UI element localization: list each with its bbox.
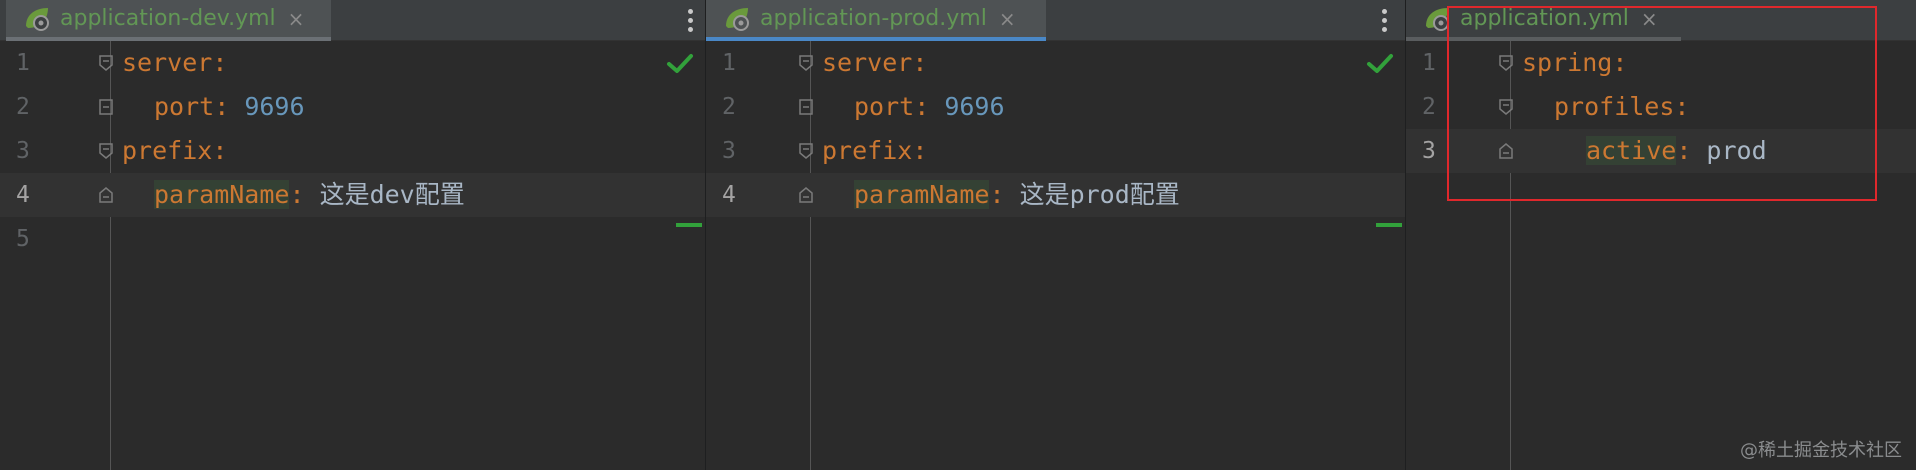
yaml-separator: :	[289, 180, 320, 209]
line-number: 5	[16, 226, 30, 252]
yaml-value: 9696	[944, 92, 1005, 121]
fold-marker-icon[interactable]	[799, 187, 813, 203]
tab-application-prod[interactable]: application-prod.yml ×	[706, 0, 1046, 41]
fold-marker-icon[interactable]	[799, 55, 813, 71]
yaml-separator: :	[912, 136, 928, 165]
line-number: 4	[722, 182, 736, 208]
fold-marker-icon[interactable]	[99, 143, 113, 159]
spring-leaf-icon	[722, 4, 752, 34]
code-line: 2 port: 9696	[706, 85, 1405, 129]
yaml-separator: :	[212, 48, 228, 77]
tab-application-dev[interactable]: application-dev.yml ×	[6, 0, 331, 41]
yaml-key: paramName	[154, 180, 290, 209]
tab-label: application-dev.yml	[60, 6, 276, 31]
code-line-current: 4 paramName: 这是prod配置	[706, 173, 1405, 217]
fold-marker-icon[interactable]	[799, 99, 813, 115]
code-line: 1 server:	[0, 41, 705, 85]
yaml-key: paramName	[854, 180, 990, 209]
line-number: 3	[16, 138, 30, 164]
fold-marker-icon[interactable]	[99, 99, 113, 115]
yaml-separator: :	[989, 180, 1020, 209]
tab-label: application-prod.yml	[760, 6, 987, 31]
yaml-value: 这是prod配置	[1019, 180, 1180, 209]
yaml-key: prefix	[122, 136, 213, 165]
yaml-key: port	[854, 92, 915, 121]
watermark: @稀土掘金技术社区	[1740, 440, 1902, 461]
line-number: 2	[16, 94, 30, 120]
code-editor[interactable]: 1 server: 2 port: 9696 3 prefix: 4 param…	[706, 41, 1405, 470]
code-line: 1 server:	[706, 41, 1405, 85]
code-editor[interactable]: 1 server: 2 port: 9696 3 prefix: 4 param…	[0, 41, 705, 470]
highlight-annotation-box	[1447, 6, 1877, 201]
yaml-key: prefix	[822, 136, 913, 165]
yaml-key: server	[122, 48, 213, 77]
tab-bar: application-prod.yml ×	[706, 0, 1405, 41]
code-line-current: 4 paramName: 这是dev配置	[0, 173, 705, 217]
close-icon[interactable]: ×	[999, 7, 1016, 31]
change-marker	[676, 223, 702, 227]
line-number: 1	[16, 50, 30, 76]
code-line: 3 prefix:	[0, 129, 705, 173]
line-number: 3	[722, 138, 736, 164]
line-number: 2	[722, 94, 736, 120]
code-line: 2 port: 9696	[0, 85, 705, 129]
change-marker	[1376, 223, 1402, 227]
inspection-ok-check-icon[interactable]	[666, 53, 694, 75]
yaml-separator: :	[914, 92, 945, 121]
code-line: 3 prefix:	[706, 129, 1405, 173]
fold-marker-icon[interactable]	[99, 55, 113, 71]
tab-bar: application-dev.yml ×	[0, 0, 705, 41]
yaml-separator: :	[212, 136, 228, 165]
kebab-menu-icon[interactable]	[680, 0, 700, 40]
line-number: 4	[16, 182, 30, 208]
close-icon[interactable]: ×	[288, 7, 305, 31]
yaml-value: 这是dev配置	[319, 180, 465, 209]
code-line: 5	[0, 217, 705, 261]
line-number: 1	[722, 50, 736, 76]
spring-leaf-icon	[22, 4, 52, 34]
editor-pane-dev: application-dev.yml × 1 server: 2 port: …	[0, 0, 705, 470]
kebab-menu-icon[interactable]	[1374, 0, 1394, 40]
yaml-key: port	[154, 92, 215, 121]
yaml-value: 9696	[244, 92, 305, 121]
yaml-key: server	[822, 48, 913, 77]
fold-marker-icon[interactable]	[99, 187, 113, 203]
editor-pane-prod: application-prod.yml × 1 server: 2 port:…	[706, 0, 1405, 470]
yaml-separator: :	[214, 92, 245, 121]
fold-marker-icon[interactable]	[799, 143, 813, 159]
yaml-separator: :	[912, 48, 928, 77]
inspection-ok-check-icon[interactable]	[1366, 53, 1394, 75]
